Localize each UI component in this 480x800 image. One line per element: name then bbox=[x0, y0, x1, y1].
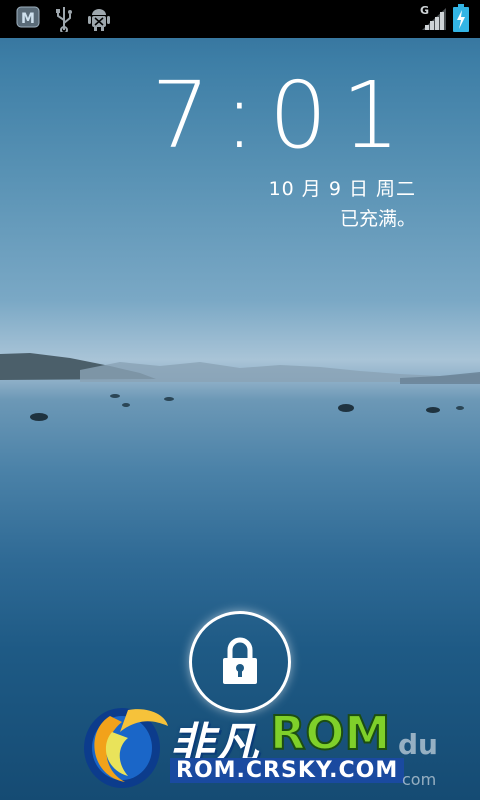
rock bbox=[164, 397, 174, 401]
charging-status: 已充满。 bbox=[339, 208, 416, 230]
faded-du-text: du bbox=[398, 728, 438, 761]
rock bbox=[110, 394, 120, 398]
rock bbox=[30, 413, 48, 421]
svg-text:M: M bbox=[21, 11, 35, 27]
android-debug-icon bbox=[88, 9, 110, 31]
rock bbox=[426, 407, 440, 413]
lockscreen-date: 10 月 9 日 周二 bbox=[268, 178, 416, 200]
lockscreen-background: M G 7:01 10 月 9 日 周二 已充满。 非凡 ROM ROM.CRS… bbox=[0, 0, 480, 800]
rock bbox=[122, 403, 130, 407]
right-shore bbox=[400, 372, 480, 384]
lockscreen-clock: 7:01 bbox=[151, 62, 414, 169]
m-app-icon: M bbox=[16, 6, 40, 28]
signal-bars-icon bbox=[422, 8, 446, 30]
brand-url-text: ROM.CRSKY.COM bbox=[170, 758, 405, 783]
status-bar: M G bbox=[0, 0, 480, 38]
rock bbox=[456, 406, 464, 410]
battery-charging-icon bbox=[453, 4, 469, 32]
brand-rom-text: ROM bbox=[269, 705, 391, 761]
usb-icon bbox=[56, 7, 72, 32]
crsky-watermark: 非凡 ROM ROM.CRSKY.COM du com bbox=[80, 690, 480, 800]
faded-com-text: com bbox=[402, 770, 437, 789]
crsky-logo-icon bbox=[84, 708, 168, 788]
rock bbox=[338, 404, 354, 412]
